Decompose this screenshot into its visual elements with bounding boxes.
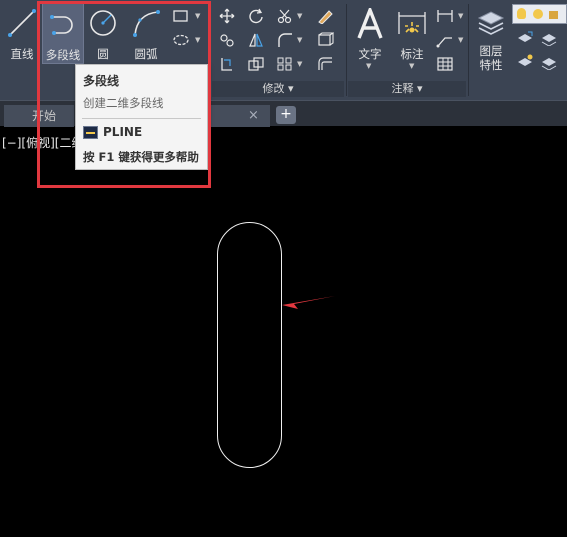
sun-icon xyxy=(533,9,543,19)
polyline-slot-shape xyxy=(217,222,282,468)
modify-panel-footer[interactable]: 修改 ▾ xyxy=(212,81,344,97)
trim-icon[interactable] xyxy=(276,8,294,24)
explode-icon[interactable] xyxy=(316,32,334,48)
modify-panel-title: 修改 xyxy=(262,82,285,95)
copy-icon[interactable] xyxy=(218,32,236,48)
fillet-icon[interactable] xyxy=(276,32,294,48)
dimension-tool-button[interactable]: 标注 xyxy=(392,2,432,62)
pointer-arrow-icon xyxy=(282,296,335,309)
dimension-tool-label: 标注 xyxy=(400,47,424,61)
layer-stack-icon xyxy=(477,11,505,35)
text-dropdown-icon[interactable]: ▼ xyxy=(366,62,371,70)
leader-icon[interactable] xyxy=(436,32,454,48)
layer-off-icon[interactable] xyxy=(540,54,558,70)
annotation-expand-icon: ▾ xyxy=(416,82,423,95)
annotation-panel-title: 注释 xyxy=(391,82,414,95)
modify-expand-icon: ▾ xyxy=(287,82,294,95)
erase-icon[interactable] xyxy=(316,8,334,24)
leader-dropdown-icon[interactable]: ▼ xyxy=(458,36,463,44)
rotate-icon[interactable] xyxy=(247,8,265,24)
panel-separator xyxy=(468,4,469,96)
linear-dimension-dropdown-icon[interactable]: ▼ xyxy=(458,12,463,20)
annotation-panel-footer[interactable]: 注释 ▾ xyxy=(348,81,466,97)
layer-properties-label: 图层 特性 xyxy=(479,44,503,72)
array-dropdown-icon[interactable]: ▼ xyxy=(297,60,302,68)
plus-icon: + xyxy=(280,106,292,122)
lightbulb-icon xyxy=(517,8,526,19)
array-icon[interactable] xyxy=(276,56,294,72)
stretch-icon[interactable] xyxy=(218,56,236,72)
layer-freeze-icon[interactable] xyxy=(516,54,534,70)
dimension-icon xyxy=(398,12,426,34)
fillet-dropdown-icon[interactable]: ▼ xyxy=(297,36,302,44)
line-tool-button[interactable]: 直线 xyxy=(3,2,41,62)
panel-separator xyxy=(346,4,347,96)
linear-dimension-icon[interactable] xyxy=(436,8,454,24)
mirror-icon[interactable] xyxy=(247,32,265,48)
dimension-dropdown-icon[interactable]: ▼ xyxy=(409,62,414,70)
trim-dropdown-icon[interactable]: ▼ xyxy=(297,12,302,20)
text-tool-label: 文字 xyxy=(358,47,382,61)
lock-icon xyxy=(549,11,558,19)
layer-isolate-icon[interactable] xyxy=(540,30,558,46)
text-icon xyxy=(357,8,383,39)
layer-properties-button[interactable]: 图层 特性 xyxy=(472,2,510,78)
scale-icon[interactable] xyxy=(247,56,265,72)
layer-match-icon[interactable] xyxy=(516,30,534,46)
new-tab-button[interactable]: + xyxy=(276,106,296,124)
tab-drawing[interactable]: × xyxy=(210,105,270,127)
highlight-box xyxy=(37,1,211,188)
layer-dropdown[interactable] xyxy=(512,4,567,24)
offset-icon[interactable] xyxy=(316,56,334,72)
line-icon xyxy=(8,9,36,37)
line-tool-label: 直线 xyxy=(10,47,34,61)
tab-close-icon[interactable]: × xyxy=(248,105,259,127)
text-tool-button[interactable]: 文字 xyxy=(350,2,390,62)
table-icon[interactable] xyxy=(436,56,454,72)
move-icon[interactable] xyxy=(218,8,236,24)
